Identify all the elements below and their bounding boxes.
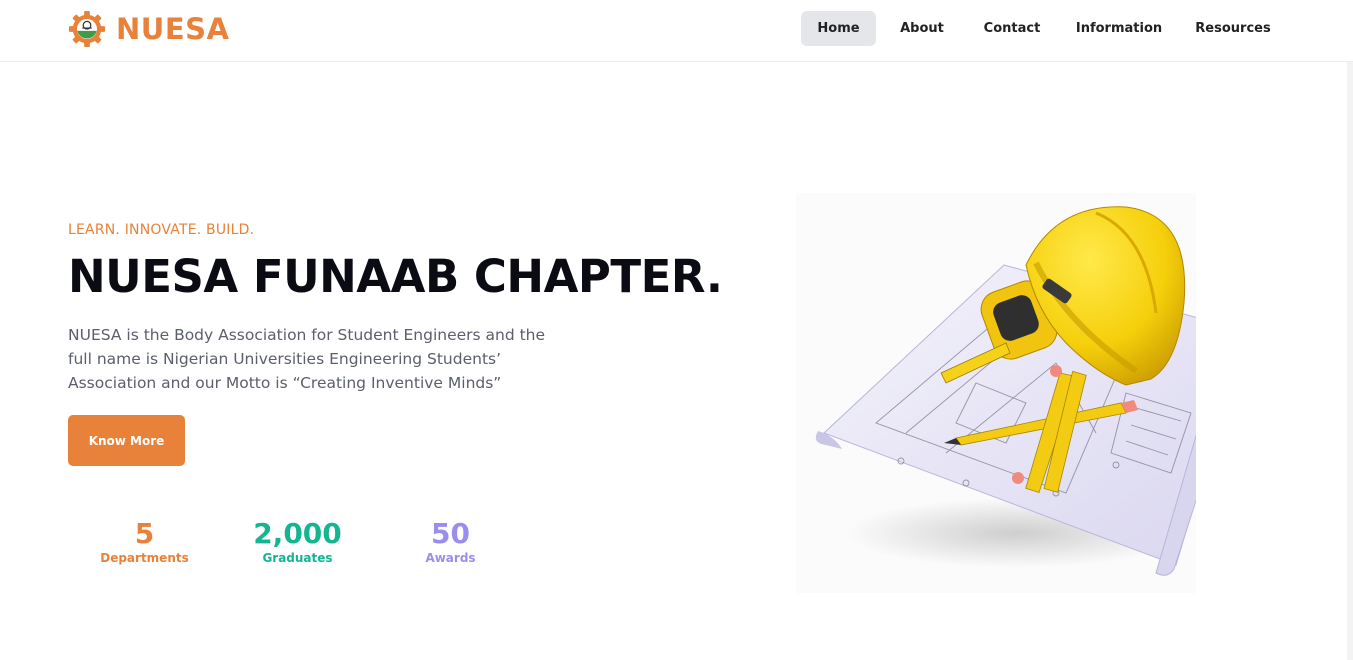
- stat-value: 50: [431, 517, 470, 550]
- nav-resources[interactable]: Resources: [1182, 11, 1284, 46]
- nuesa-logo-icon: [68, 10, 106, 48]
- main-nav: Home About Contact Information Resources: [801, 11, 1284, 46]
- brand-name: NUESA: [116, 12, 230, 46]
- nav-contact[interactable]: Contact: [968, 11, 1056, 46]
- stat-label: Awards: [425, 551, 476, 565]
- stat-awards: 50 Awards: [374, 517, 527, 565]
- engineering-helmet-blueprint-image: [796, 193, 1196, 593]
- know-more-button[interactable]: Know More: [68, 415, 185, 466]
- stat-value: 2,000: [253, 517, 342, 550]
- hero-eyebrow: LEARN. INNOVATE. BUILD.: [68, 222, 255, 238]
- site-header: NUESA Home About Contact Information Res…: [0, 0, 1353, 62]
- stat-graduates: 2,000 Graduates: [221, 517, 374, 565]
- stats-row: 5 Departments 2,000 Graduates 50 Awards: [68, 517, 527, 565]
- brand-link[interactable]: NUESA: [68, 10, 229, 48]
- hero-title: NUESA FUNAAB CHAPTER.: [68, 250, 723, 303]
- nav-about[interactable]: About: [876, 11, 968, 46]
- nav-information[interactable]: Information: [1056, 11, 1182, 46]
- stat-label: Graduates: [262, 551, 333, 565]
- stat-value: 5: [134, 517, 155, 550]
- scrollbar-track[interactable]: [1347, 0, 1353, 660]
- hero-description: NUESA is the Body Association for Studen…: [68, 326, 546, 392]
- stat-departments: 5 Departments: [68, 517, 221, 565]
- nav-home[interactable]: Home: [801, 11, 876, 46]
- stat-label: Departments: [100, 551, 189, 565]
